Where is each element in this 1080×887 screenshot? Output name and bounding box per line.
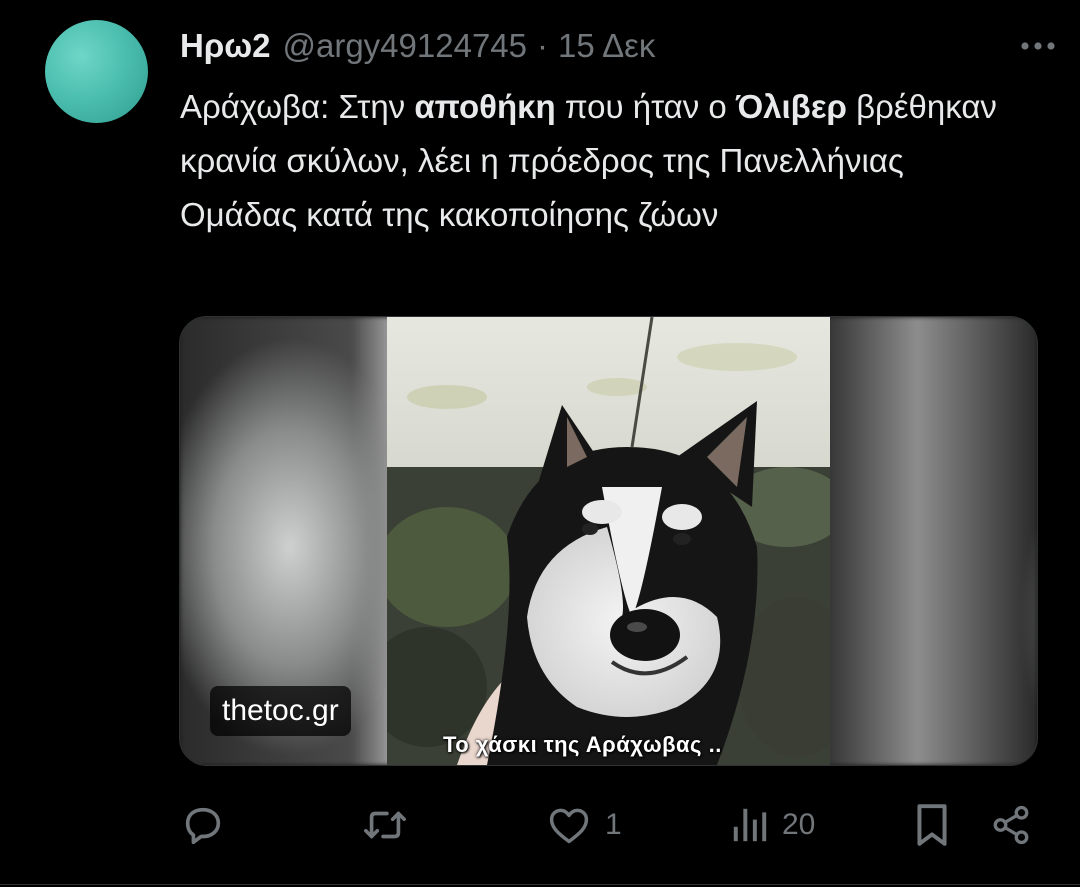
tweet-text-bold: αποθήκη	[414, 88, 556, 125]
display-name[interactable]: Ηρω2	[180, 27, 270, 65]
share-button[interactable]	[990, 800, 1032, 850]
separator-dot: ·	[537, 27, 549, 64]
bookmark-button[interactable]	[912, 800, 952, 850]
reply-button[interactable]	[180, 800, 240, 850]
link-card[interactable]: Το χάσκι της Αράχωβας .. thetoc.gr	[179, 316, 1038, 766]
tweet-text-part: Αράχωβα: Στην	[180, 88, 415, 125]
divider	[0, 884, 1080, 885]
more-icon[interactable]	[1016, 28, 1060, 64]
like-button[interactable]: 1	[547, 800, 622, 850]
views-icon	[732, 807, 768, 843]
image-caption: Το χάσκι της Αράχωβας ..	[443, 732, 722, 757]
husky-photo: Το χάσκι της Αράχωβας ..	[387, 317, 830, 765]
share-icon	[990, 804, 1032, 846]
source-label[interactable]: thetoc.gr	[210, 686, 351, 736]
like-icon	[547, 804, 591, 846]
retweet-button[interactable]	[360, 800, 424, 850]
tweet-text-bold: Όλιβερ	[735, 88, 847, 125]
retweet-icon	[360, 802, 410, 848]
tweet-text-part: που ήταν ο	[555, 88, 736, 125]
action-bar: 1 20	[180, 800, 1040, 850]
user-handle[interactable]: @argy49124745	[282, 27, 527, 65]
tweet-text: Αράχωβα: Στην αποθήκη που ήταν ο Όλιβερ …	[180, 80, 1030, 242]
tweet-date[interactable]: 15 Δεκ	[558, 27, 655, 65]
avatar[interactable]	[45, 20, 148, 123]
views-button[interactable]: 20	[732, 800, 815, 850]
tweet-header: Ηρω2 @argy49124745 · 15 Δεκ	[180, 24, 1040, 68]
reply-icon	[180, 802, 226, 848]
bookmark-icon	[912, 802, 952, 848]
views-count: 20	[782, 808, 816, 841]
like-count: 1	[605, 808, 622, 841]
